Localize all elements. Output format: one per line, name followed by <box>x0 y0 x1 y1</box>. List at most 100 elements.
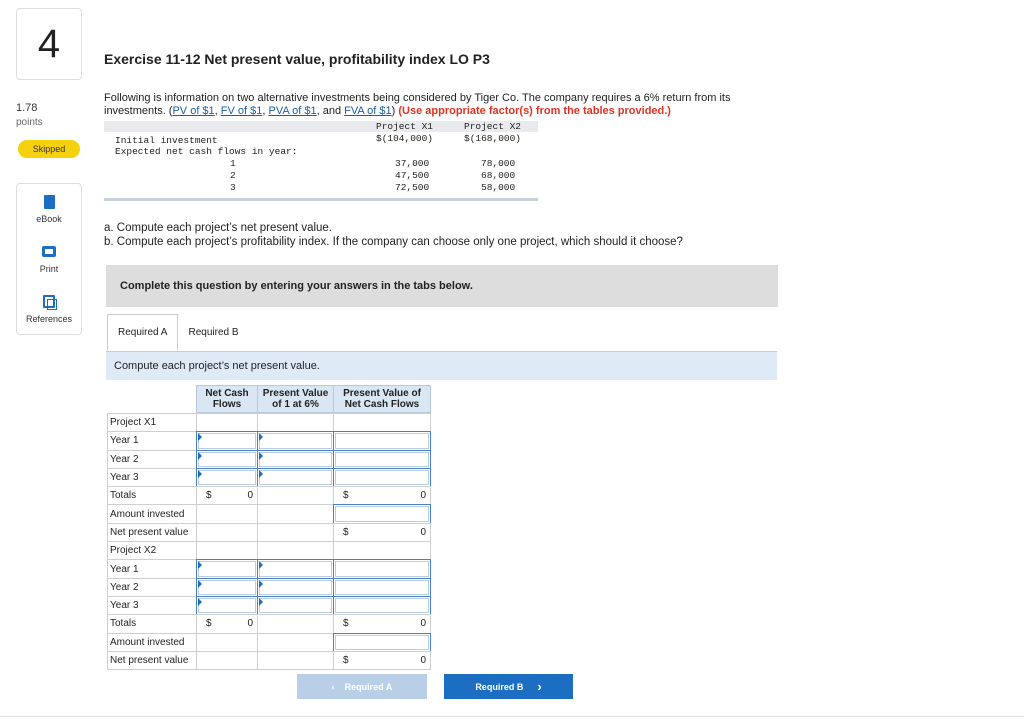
print-icon <box>42 245 56 259</box>
net-cash-flow-input[interactable] <box>196 577 258 597</box>
year-2: 2 <box>230 170 236 181</box>
table-row: Totals $0 $0 <box>107 614 431 634</box>
status-badge: Skipped <box>18 140 80 158</box>
print-button[interactable]: Print <box>17 234 81 284</box>
row-label: Project X2 <box>107 541 197 561</box>
empty-cell <box>196 650 258 671</box>
empty-cell <box>196 541 258 561</box>
fva-link[interactable]: FVA of $1 <box>344 105 392 117</box>
table-row: Net present value $0 <box>107 650 431 671</box>
row-label: Year 1 <box>107 559 197 579</box>
empty-cell <box>257 614 334 634</box>
question-a: a. Compute each project’s net present va… <box>104 222 333 234</box>
net-cash-flow-input[interactable] <box>196 449 258 469</box>
initial-label: Initial investment <box>115 135 218 146</box>
prev-required-label: Required A <box>344 681 393 692</box>
row-label: Year 1 <box>107 431 197 451</box>
pv-of-cash-flow-input[interactable] <box>333 577 431 597</box>
next-required-label: Required B <box>475 681 524 692</box>
points-label: points <box>16 117 43 128</box>
prev-required-button[interactable]: ‹ Required A <box>297 674 427 699</box>
table-row: Net present value $0 <box>107 522 431 543</box>
empty-cell <box>257 504 334 524</box>
references-label: References <box>25 313 73 324</box>
pv-of-cash-flow-input[interactable] <box>333 595 431 616</box>
references-icon <box>42 295 57 310</box>
col-header-x1: Project X1 <box>376 121 434 132</box>
pva-link[interactable]: PVA of $1 <box>269 105 317 117</box>
fv-link[interactable]: FV of $1 <box>221 105 263 117</box>
pv-link[interactable]: PV of $1 <box>172 105 214 117</box>
intro-line2: investments. (PV of $1, FV of $1, PVA of… <box>104 105 671 117</box>
table-row: Totals $0 $0 <box>107 486 431 506</box>
empty-cell <box>257 413 334 433</box>
pv-factor-input[interactable] <box>257 449 334 469</box>
intro-line1: Following is information on two alternat… <box>104 92 731 104</box>
row-label: Net present value <box>107 650 197 671</box>
tab-instruction: Compute each project’s net present value… <box>106 351 777 380</box>
tools-panel: eBook Print References <box>16 183 82 335</box>
row-label: Year 2 <box>107 449 197 469</box>
intro-emphasis: (Use appropriate factor(s) from the tabl… <box>398 105 671 117</box>
empty-cell <box>257 522 334 543</box>
table-row: Project X1 <box>107 413 431 433</box>
chevron-left-icon: ‹ <box>331 681 335 692</box>
ebook-label: eBook <box>36 213 62 224</box>
table-row: Amount invested <box>107 632 431 652</box>
pv-factor-input[interactable] <box>257 595 334 616</box>
empty-cell <box>257 650 334 671</box>
table-row: Year 1 <box>107 559 431 579</box>
print-label: Print <box>39 263 59 274</box>
net-cash-flow-input[interactable] <box>196 431 258 451</box>
row-label: Project X1 <box>107 413 197 433</box>
pv-of-cash-flow-input[interactable] <box>333 431 431 451</box>
pv-of-cash-flow-total: $0 <box>333 486 431 506</box>
pv-factor-input[interactable] <box>257 577 334 597</box>
empty-cell <box>333 541 431 561</box>
empty-cell <box>333 413 431 433</box>
row-label: Totals <box>107 486 197 506</box>
pv-of-cash-flow-total: $0 <box>333 522 431 543</box>
table-row: Amount invested <box>107 504 431 524</box>
initial-x2: $(168,000) <box>464 133 522 144</box>
pv-factor-input[interactable] <box>257 559 334 579</box>
empty-cell <box>257 632 334 652</box>
pv-of-cash-flow-input[interactable] <box>333 632 431 652</box>
tab-required-b[interactable]: Required B <box>178 314 249 351</box>
pv-of-cash-flow-total: $0 <box>333 650 431 671</box>
footer-divider <box>0 716 1024 717</box>
header-pv-factor: Present Value of 1 at 6% <box>257 385 334 413</box>
row-label: Year 2 <box>107 577 197 597</box>
page-title: Exercise 11-12 Net present value, profit… <box>104 51 490 67</box>
pv-factor-input[interactable] <box>257 431 334 451</box>
tab-required-a[interactable]: Required A <box>107 314 179 351</box>
pv-of-cash-flow-total: $0 <box>333 614 431 634</box>
net-cash-flow-input[interactable] <box>196 559 258 579</box>
initial-x1: $(104,000) <box>376 133 434 144</box>
net-cash-flow-total: $0 <box>196 614 258 634</box>
intro-text: Following is information on two alternat… <box>104 92 824 118</box>
pv-of-cash-flow-input[interactable] <box>333 504 431 524</box>
pv-of-cash-flow-input[interactable] <box>333 449 431 469</box>
next-required-button[interactable]: Required B › <box>444 674 573 699</box>
x1-flow-1: 37,000 <box>395 158 430 169</box>
table-header-row: Net Cash Flows Present Value of 1 at 6% … <box>107 385 431 413</box>
pv-of-cash-flow-input[interactable] <box>333 559 431 579</box>
questions: a. Compute each project’s net present va… <box>104 221 683 249</box>
row-label: Amount invested <box>107 632 197 652</box>
row-label: Amount invested <box>107 504 197 524</box>
ebook-button[interactable]: eBook <box>17 184 81 234</box>
pv-of-cash-flow-input[interactable] <box>333 467 431 488</box>
flows-label: Expected net cash flows in year: <box>115 146 298 157</box>
empty-cell <box>196 632 258 652</box>
chevron-right-icon: › <box>537 679 542 694</box>
x2-flow-1: 78,000 <box>481 158 516 169</box>
references-button[interactable]: References <box>17 284 81 334</box>
empty-cell <box>196 522 258 543</box>
table-row: Project X2 <box>107 541 431 561</box>
net-cash-flow-input[interactable] <box>196 595 258 616</box>
pv-factor-input[interactable] <box>257 467 334 488</box>
x2-flow-2: 68,000 <box>481 170 516 181</box>
net-cash-flow-input[interactable] <box>196 467 258 488</box>
book-icon <box>42 194 56 209</box>
